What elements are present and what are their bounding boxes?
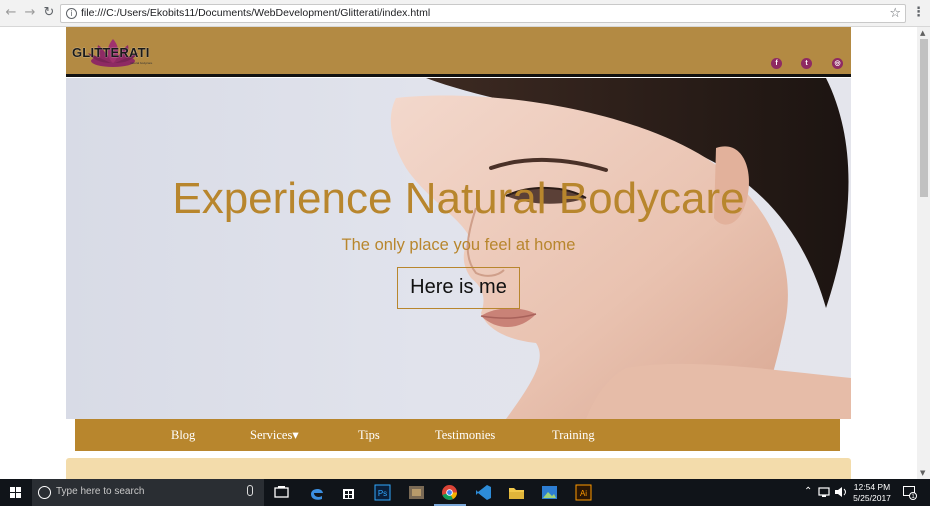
cortana-icon <box>38 486 51 499</box>
search-placeholder[interactable]: Type here to search <box>56 486 144 497</box>
site-header: GLITTERATI natural bodycare f t ◎ <box>66 27 851 77</box>
illustrator-icon[interactable]: Ai <box>575 484 592 501</box>
page-viewport: GLITTERATI natural bodycare f t ◎ Experi… <box>0 27 930 479</box>
svg-text:Ps: Ps <box>378 489 387 498</box>
file-explorer-icon[interactable] <box>508 484 525 501</box>
page-scrollbar[interactable]: ▲ ▼ <box>917 27 930 479</box>
hero-title: Experience Natural Bodycare <box>172 174 745 223</box>
clock-time: 12:54 PM <box>853 482 891 492</box>
content-section <box>66 458 851 479</box>
info-icon[interactable]: i <box>66 8 77 19</box>
here-is-me-button[interactable]: Here is me <box>397 267 520 309</box>
clock-date: 5/25/2017 <box>853 493 891 503</box>
facebook-icon[interactable]: f <box>771 58 782 69</box>
scroll-thumb[interactable] <box>920 39 928 197</box>
scroll-down-icon[interactable]: ▼ <box>920 469 925 477</box>
chevron-up-icon[interactable]: ⌃ <box>804 486 812 497</box>
reload-icon[interactable]: ↻ <box>41 5 57 21</box>
nav-item-tips[interactable]: Tips <box>358 419 380 451</box>
chrome-icon[interactable] <box>441 484 458 501</box>
start-button[interactable] <box>0 479 32 506</box>
instagram-icon[interactable]: ◎ <box>832 58 843 69</box>
svg-text:Ai: Ai <box>580 489 587 498</box>
logo-text: GLITTERATI <box>72 45 150 60</box>
nav-item-training[interactable]: Training <box>552 419 595 451</box>
notification-badge: 1 <box>909 492 917 500</box>
edge-icon[interactable] <box>308 484 325 501</box>
taskbar-search-box[interactable]: Type here to search <box>32 479 264 506</box>
arrow-right-icon[interactable]: → <box>22 5 38 21</box>
photoshop-icon[interactable]: Ps <box>374 484 391 501</box>
scroll-up-icon[interactable]: ▲ <box>920 29 925 37</box>
logo-tagline: natural bodycare <box>130 61 153 65</box>
vscode-icon[interactable] <box>475 484 492 501</box>
photos-icon[interactable] <box>541 484 558 501</box>
kebab-menu-icon[interactable]: ⋮ <box>912 5 925 20</box>
microphone-icon[interactable] <box>247 485 253 496</box>
task-view-icon[interactable] <box>273 484 290 501</box>
store-icon[interactable] <box>340 484 357 501</box>
nav-item-blog[interactable]: Blog <box>171 419 195 451</box>
star-icon[interactable]: ☆ <box>889 6 901 21</box>
windows-icon <box>10 487 21 498</box>
nav-item-services[interactable]: Services▾ <box>250 419 299 451</box>
hero-subtitle: The only place you feel at home <box>341 236 576 254</box>
url-text[interactable]: file:///C:/Users/Ekobits11/Documents/Web… <box>81 7 430 19</box>
system-clock[interactable]: 12:54 PM 5/25/2017 <box>846 482 898 504</box>
nav-item-testimonies[interactable]: Testimonies <box>435 419 495 451</box>
browser-toolbar: ← → ↻ i file:///C:/Users/Ekobits11/Docum… <box>0 0 930 27</box>
address-bar[interactable]: i file:///C:/Users/Ekobits11/Documents/W… <box>60 4 906 23</box>
windows-taskbar: Type here to search Ps Ai ⌃ 12:54 PM 5/2… <box>0 479 930 506</box>
network-icon[interactable] <box>818 485 832 499</box>
arrow-left-icon[interactable]: ← <box>3 5 19 21</box>
hero-banner: Experience Natural Bodycare The only pla… <box>66 78 851 419</box>
main-nav: Blog Services▾ Tips Testimonies Training <box>75 419 840 451</box>
twitter-icon[interactable]: t <box>801 58 812 69</box>
site-logo[interactable]: GLITTERATI natural bodycare <box>72 33 164 71</box>
app-icon[interactable] <box>408 484 425 501</box>
